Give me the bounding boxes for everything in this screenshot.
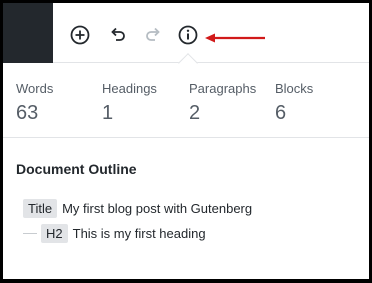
redo-button[interactable] <box>142 24 164 46</box>
outline-item-text: My first blog post with Gutenberg <box>62 201 253 216</box>
redo-icon <box>146 27 160 41</box>
stat-value: 6 <box>275 102 287 124</box>
content-info-button[interactable] <box>177 24 199 46</box>
stat-label: Paragraphs <box>189 81 257 96</box>
plus-circle-icon <box>70 25 90 45</box>
stat-words: Words 63 <box>16 81 53 125</box>
stat-value: 2 <box>189 102 201 124</box>
content-stats: Words 63 Headings 1 Paragraphs 2 Blocks … <box>3 63 369 138</box>
stat-blocks: Blocks 6 <box>275 81 313 125</box>
outline-indent-line <box>23 233 37 234</box>
info-popover-screenshot: Words 63 Headings 1 Paragraphs 2 Blocks … <box>3 3 369 279</box>
outline-tag: Title <box>23 199 58 218</box>
undo-button[interactable] <box>107 24 129 46</box>
stat-paragraphs: Paragraphs 2 <box>189 81 256 125</box>
undo-icon <box>111 27 125 41</box>
outline-heading: Document Outline <box>16 161 137 177</box>
editor-toolbar <box>53 3 369 63</box>
info-icon <box>178 25 198 45</box>
admin-sidebar-strip <box>3 3 53 63</box>
outline-tag: H2 <box>41 224 68 243</box>
add-block-button[interactable] <box>69 24 91 46</box>
outline-item-h2[interactable]: H2 This is my first heading <box>23 224 206 243</box>
outline-item-title[interactable]: Title My first blog post with Gutenberg <box>23 199 252 218</box>
red-arrow-annotation <box>205 33 265 43</box>
outline-item-text: This is my first heading <box>72 226 206 241</box>
stat-headings: Headings 1 <box>102 81 157 125</box>
stat-label: Words <box>16 81 54 96</box>
stat-value: 1 <box>102 102 114 124</box>
stat-label: Blocks <box>275 81 314 96</box>
stat-label: Headings <box>102 81 157 96</box>
stat-value: 63 <box>16 102 39 124</box>
